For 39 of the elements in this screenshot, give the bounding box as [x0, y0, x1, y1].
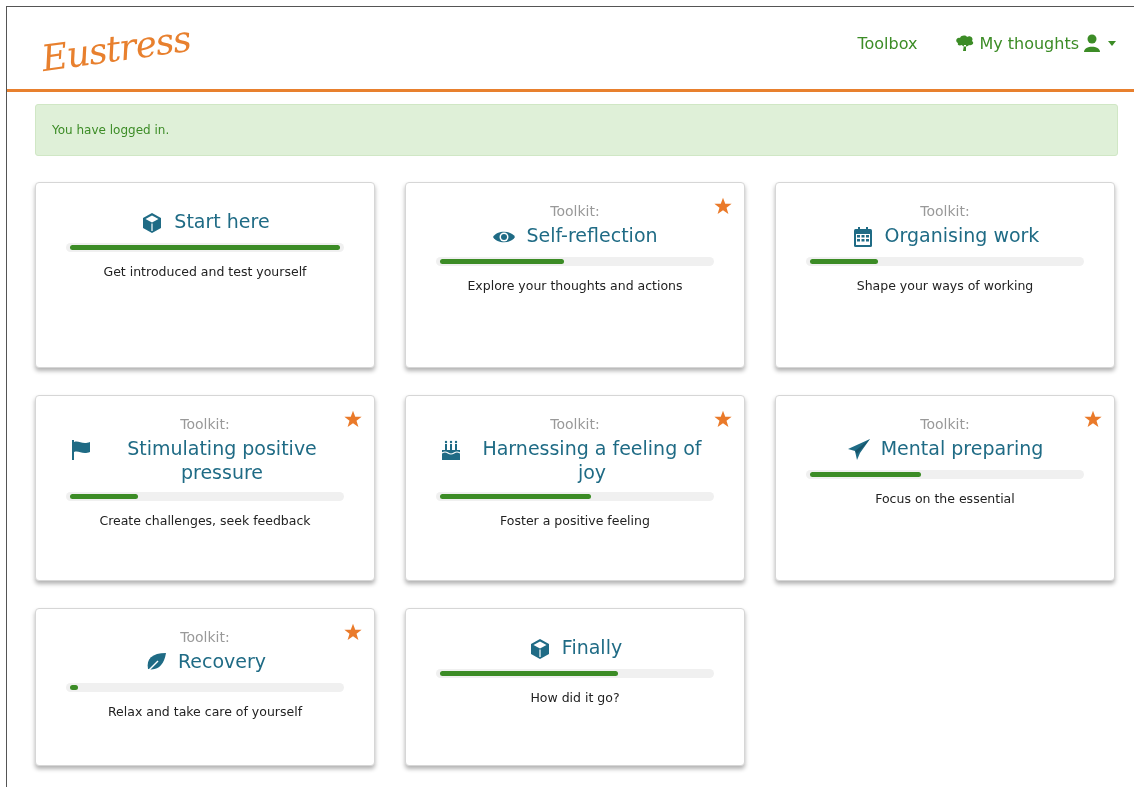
card-description: Create challenges, seek feedback — [99, 513, 311, 528]
card-description: Relax and take care of yourself — [107, 704, 303, 719]
toolkit-card[interactable]: Toolkit: Recovery Relax and take care of yourself — [35, 608, 375, 766]
tree-icon — [955, 35, 976, 51]
toolkit-label: Toolkit: — [550, 416, 600, 432]
card-description: Get introduced and test yourself — [103, 264, 307, 279]
card-title: Finally — [561, 635, 623, 659]
card-title: Self-reflection — [526, 223, 658, 247]
toolkit-card[interactable]: Toolkit: Stimulating positive pressure Create challenges, seek feedback — [35, 395, 375, 581]
toolkit-label: Toolkit: — [550, 203, 600, 219]
card-description: Explore your thoughts and actions — [467, 278, 683, 293]
user-icon — [1083, 34, 1101, 52]
my-thoughts-menu[interactable]: My thoughts — [955, 33, 1116, 53]
alert-text: You have logged in. — [52, 123, 170, 137]
paper-plane-icon — [846, 438, 871, 462]
toolkit-card[interactable]: Toolkit: Organising work Shape your ways of working — [775, 182, 1115, 368]
toolbox-link[interactable]: Toolbox — [857, 33, 918, 53]
toolkit-card[interactable]: Toolkit: Mental preparing Focus on the essential — [775, 395, 1115, 581]
toolkit-card[interactable]: Toolkit: Harnessing a feeling of joy Foster a positive feeling — [405, 395, 745, 581]
toolkit-card[interactable]: Start here Get introduced and test yourself — [35, 182, 375, 368]
cake-icon — [439, 438, 463, 462]
toolkit-label: Toolkit: — [920, 416, 970, 432]
card-title: Organising work — [884, 223, 1040, 247]
flag-icon — [69, 438, 93, 462]
toolkit-card[interactable]: Finally How did it go? — [405, 608, 745, 766]
toolkit-card[interactable]: Toolkit: Self-reflection Explore your thoughts and actions — [405, 182, 745, 368]
card-title: Start here — [174, 209, 270, 233]
card-title: Recovery — [177, 649, 267, 673]
card-description: Shape your ways of working — [856, 278, 1034, 293]
card-description: Focus on the essential — [875, 491, 1015, 506]
card-description: Foster a positive feeling — [500, 513, 650, 528]
caret-icon — [1108, 40, 1116, 46]
card-title: Mental preparing — [880, 436, 1044, 460]
toolkit-label: Toolkit: — [180, 629, 230, 645]
card-description: How did it go? — [530, 690, 620, 705]
toolkit-label: Toolkit: — [920, 203, 970, 219]
card-title: Stimulating positive pressure — [126, 436, 318, 484]
card-title: Harnessing a feeling of joy — [481, 436, 703, 484]
toolkit-label: Toolkit: — [180, 416, 230, 432]
